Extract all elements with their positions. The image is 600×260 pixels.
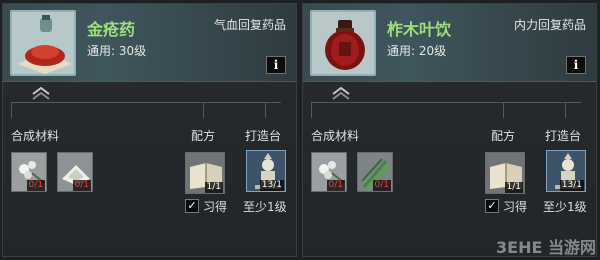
item-type: 气血回复药品 [213,18,286,32]
recipe-slot[interactable]: 1/1 [485,152,525,194]
item-name: 金疮药 [87,20,136,39]
recipe-slot[interactable]: 1/1 [185,152,225,194]
recipe-label: 配方 [491,129,516,143]
item-level: 通用: 20级 [387,44,447,58]
tree-connector [311,102,312,118]
item-name: 柞木叶饮 [387,20,452,39]
material-count: 0/1 [372,180,391,191]
forge-requirement: 至少1级 [543,200,587,214]
recipe-label: 配方 [191,129,216,143]
recipe-panel-jinchuangyao: 金疮药 通用: 30级 气血回复药品 i 合成材料 配方 打造台 0/1 0/1 [2,3,297,257]
forge-slot[interactable]: 13/1 [246,150,286,192]
learned-label: 习得 [203,200,228,214]
materials-label: 合成材料 [11,129,60,143]
learned-label: 习得 [503,200,528,214]
chevron-up-icon [332,86,350,100]
forge-label: 打造台 [545,129,582,143]
tree-connector [503,102,504,118]
powder-item-icon[interactable] [10,10,76,76]
tree-connector [565,102,566,118]
learned-checkbox[interactable]: ✓ [185,199,199,213]
material-count: 0/1 [326,180,345,191]
forge-label: 打造台 [245,129,282,143]
item-level: 通用: 30级 [87,44,147,58]
recipe-count: 1/1 [204,182,223,193]
forge-requirement: 至少1级 [243,200,287,214]
forge-count: 13/1 [559,180,584,191]
info-button[interactable]: i [566,56,586,74]
material-slot[interactable]: 0/1 [57,152,93,192]
recipe-panel-zuomuyeyin: 柞木叶饮 通用: 20级 内力回复药品 i 合成材料 配方 打造台 0/1 0/… [302,3,597,257]
recipe-count: 1/1 [504,182,523,193]
item-header: 金疮药 通用: 30级 气血回复药品 i [3,4,296,82]
tree-connector [311,102,581,103]
material-slot[interactable]: 0/1 [357,152,393,192]
forge-slot[interactable]: 13/1 [546,150,586,192]
tree-connector [11,102,12,118]
jar-item-icon[interactable] [310,10,376,76]
info-button[interactable]: i [266,56,286,74]
tree-connector [11,102,281,103]
material-count: 0/1 [26,180,45,191]
item-type: 内力回复药品 [513,18,586,32]
chevron-up-icon [32,86,50,100]
watermark: 3ЕНЕ 当游网 [496,238,596,257]
item-header: 柞木叶饮 通用: 20级 内力回复药品 i [303,4,596,82]
material-count: 0/1 [72,180,91,191]
learned-checkbox[interactable]: ✓ [485,199,499,213]
material-slot[interactable]: 0/1 [311,152,347,192]
tree-connector [265,102,266,118]
forge-count: 13/1 [259,180,284,191]
materials-label: 合成材料 [311,129,360,143]
tree-connector [203,102,204,118]
material-slot[interactable]: 0/1 [11,152,47,192]
